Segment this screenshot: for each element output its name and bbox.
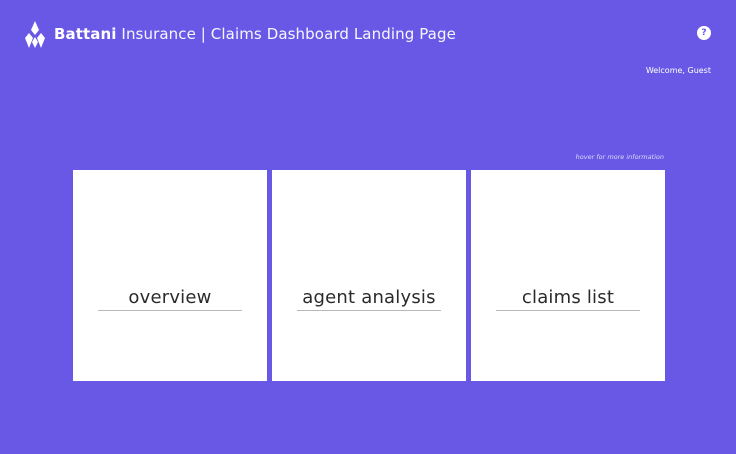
card-underline [98, 310, 242, 311]
hover-hint: hover for more information [575, 153, 664, 161]
agent-analysis-card[interactable]: agent analysis [272, 170, 466, 381]
card-label: overview [128, 287, 212, 308]
welcome-message: Welcome, Guest [645, 66, 711, 75]
card-label: claims list [521, 287, 615, 308]
app-header: Battani Insurance | Claims Dashboard Lan… [25, 20, 456, 48]
navigation-cards: overview agent analysis claims list [73, 170, 665, 381]
card-label: agent analysis [302, 287, 436, 308]
help-icon[interactable]: ? [697, 26, 711, 40]
overview-card[interactable]: overview [73, 170, 267, 381]
battani-logo-icon [25, 20, 45, 48]
brand-name: Battani [54, 25, 117, 43]
card-underline [297, 310, 441, 311]
page-title: Battani Insurance | Claims Dashboard Lan… [54, 25, 456, 43]
claims-list-card[interactable]: claims list [471, 170, 665, 381]
page-subtitle: Insurance | Claims Dashboard Landing Pag… [121, 25, 456, 43]
card-underline [496, 310, 640, 311]
